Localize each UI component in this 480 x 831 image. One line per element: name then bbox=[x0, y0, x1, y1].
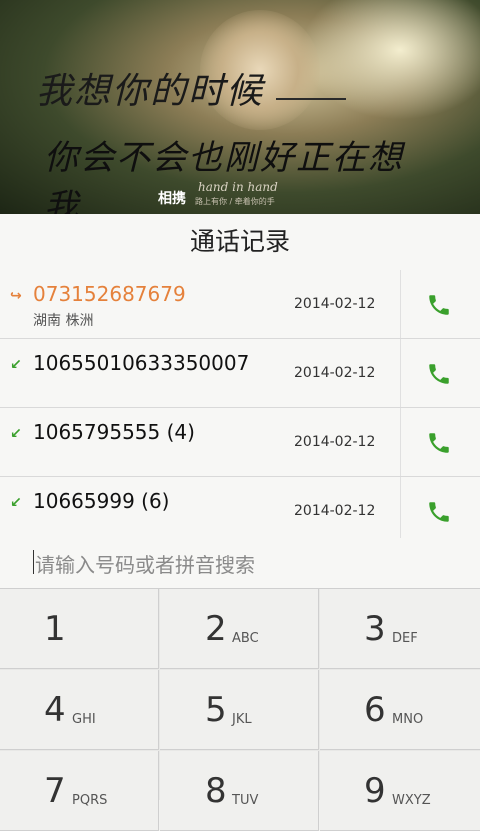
key-letters: MNO bbox=[392, 712, 424, 727]
phone-call-icon[interactable] bbox=[426, 292, 452, 318]
call-log-row[interactable]: ↙ 1065795555 (4) 2014-02-12 bbox=[0, 408, 480, 477]
text-cursor bbox=[33, 550, 34, 574]
banner-underline bbox=[276, 98, 346, 100]
incoming-call-arrow-icon: ↙ bbox=[10, 426, 22, 442]
banner-text-line1: 我想你的时候 bbox=[36, 71, 265, 112]
key-digit: 9 bbox=[364, 771, 386, 811]
phone-call-icon[interactable] bbox=[426, 361, 452, 387]
incoming-call-arrow-icon: ↙ bbox=[10, 357, 22, 373]
page-title-bar: 通话记录 bbox=[0, 214, 480, 271]
key-5[interactable]: 5 JKL bbox=[160, 670, 319, 750]
key-letters: JKL bbox=[232, 712, 252, 727]
call-log-list: ↪ 073152687679 湖南 株洲 2014-02-12 ↙ 106550… bbox=[0, 270, 480, 540]
call-date: 2014-02-12 bbox=[294, 365, 376, 381]
key-digit: 8 bbox=[205, 771, 227, 811]
row-divider bbox=[400, 339, 401, 407]
call-number: 10655010633350007 bbox=[33, 351, 250, 375]
phone-call-icon[interactable] bbox=[426, 499, 452, 525]
call-date: 2014-02-12 bbox=[294, 503, 376, 519]
key-digit: 1 bbox=[44, 609, 66, 649]
key-digit: 7 bbox=[44, 771, 66, 811]
key-8[interactable]: 8 TUV bbox=[160, 751, 319, 831]
key-7[interactable]: 7 PQRS bbox=[0, 751, 159, 831]
key-letters: TUV bbox=[232, 793, 259, 808]
call-location: 湖南 株洲 bbox=[33, 313, 94, 329]
key-digit: 4 bbox=[44, 690, 66, 730]
call-log-row[interactable]: ↪ 073152687679 湖南 株洲 2014-02-12 bbox=[0, 270, 480, 339]
banner-tag-small: 路上有你 / 牵着你的手 bbox=[195, 197, 275, 206]
call-log-row[interactable]: ↙ 10655010633350007 2014-02-12 bbox=[0, 339, 480, 408]
outgoing-call-arrow-icon: ↪ bbox=[10, 288, 22, 304]
row-divider bbox=[400, 270, 401, 338]
key-letters: WXYZ bbox=[392, 793, 431, 808]
key-6[interactable]: 6 MNO bbox=[320, 670, 480, 750]
incoming-call-arrow-icon: ↙ bbox=[10, 495, 22, 511]
key-3[interactable]: 3 DEF bbox=[320, 589, 480, 669]
dial-search-field[interactable]: 请输入号码或者拼音搜索 bbox=[0, 538, 480, 589]
banner-light bbox=[300, 0, 480, 120]
key-letters: DEF bbox=[392, 631, 418, 646]
key-digit: 5 bbox=[205, 690, 227, 730]
key-letters: PQRS bbox=[72, 793, 108, 808]
row-divider bbox=[400, 477, 401, 539]
key-9[interactable]: 9 WXYZ bbox=[320, 751, 480, 831]
header-banner-image: 我想你的时候 你会不会也刚好正在想我…… 相携 hand in hand 路上有… bbox=[0, 0, 480, 214]
dial-keypad: 1 2 ABC 3 DEF 4 GHI 5 JKL 6 MNO 7 PQRS 8… bbox=[0, 589, 480, 831]
call-number: 10665999 (6) bbox=[33, 489, 170, 513]
call-number: 1065795555 (4) bbox=[33, 420, 195, 444]
key-digit: 3 bbox=[364, 609, 386, 649]
key-letters: GHI bbox=[72, 712, 96, 727]
banner-tag-en: hand in hand bbox=[198, 180, 278, 194]
key-2[interactable]: 2 ABC bbox=[160, 589, 319, 669]
key-4[interactable]: 4 GHI bbox=[0, 670, 159, 750]
call-number: 073152687679 bbox=[33, 282, 186, 306]
search-placeholder: 请输入号码或者拼音搜索 bbox=[35, 553, 255, 577]
row-divider bbox=[400, 408, 401, 476]
banner-tag-main: 相携 bbox=[158, 191, 186, 207]
call-log-row[interactable]: ↙ 10665999 (6) 2014-02-12 bbox=[0, 477, 480, 540]
call-date: 2014-02-12 bbox=[294, 296, 376, 312]
key-digit: 2 bbox=[205, 609, 227, 649]
key-1[interactable]: 1 bbox=[0, 589, 159, 669]
key-letters: ABC bbox=[232, 631, 259, 646]
call-date: 2014-02-12 bbox=[294, 434, 376, 450]
phone-call-icon[interactable] bbox=[426, 430, 452, 456]
page-title: 通话记录 bbox=[189, 227, 290, 256]
key-digit: 6 bbox=[364, 690, 386, 730]
